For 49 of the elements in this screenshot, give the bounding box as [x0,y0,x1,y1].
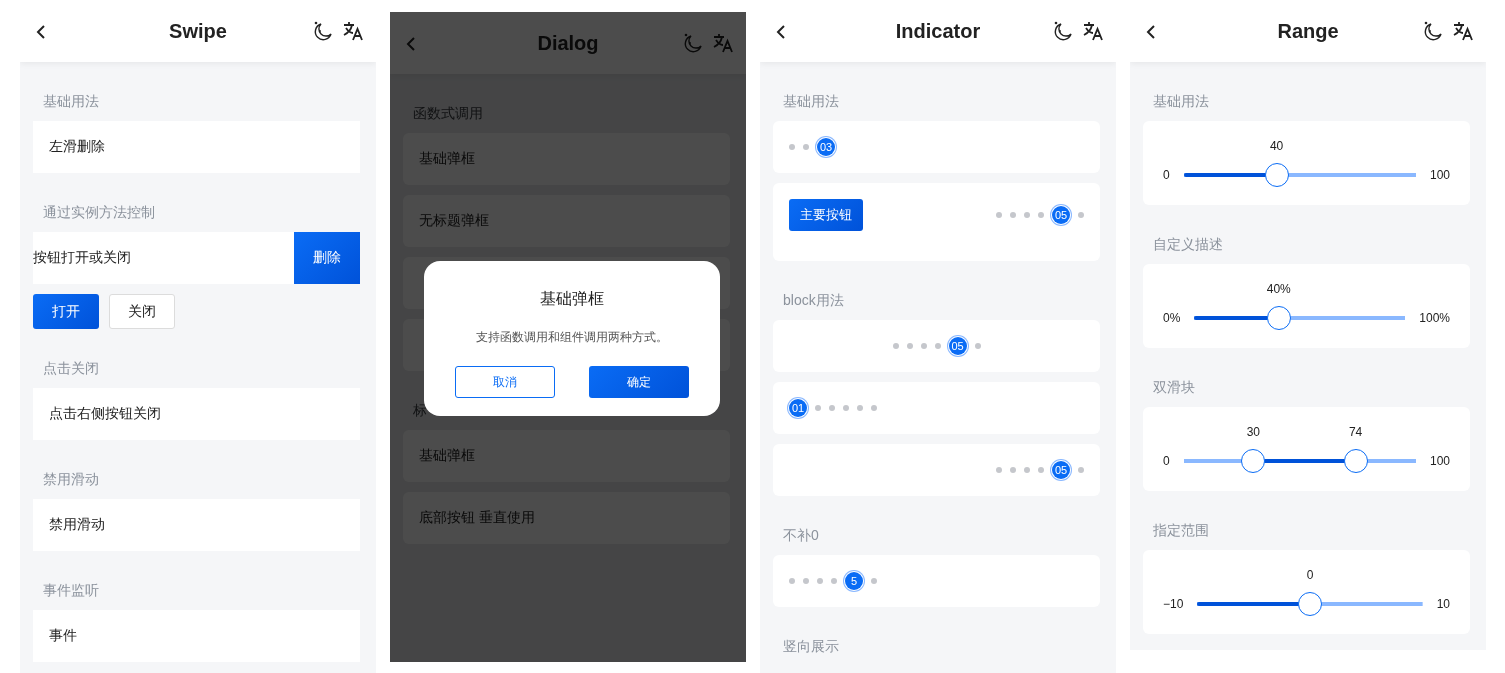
primary-button[interactable]: 主要按钮 [789,199,863,231]
section-title: 基础用法 [1153,92,1210,111]
section-title: 点击关闭 [43,359,100,378]
screen-title: Swipe [169,19,227,43]
max-label: 100 [1429,167,1450,184]
section-title: 不补0 [783,526,820,545]
section-title: 事件监听 [43,581,100,600]
indicator-bubble: 05 [1052,461,1070,479]
dialog-button[interactable]: 确定 [589,366,689,398]
min-label: 0% [1163,310,1181,327]
indicator-bubble: 5 [845,572,863,590]
section-title: 禁用滑动 [43,470,100,489]
dialog-button[interactable]: 取消 [455,366,555,398]
min-label: 0 [1163,167,1170,184]
section-title: 指定范围 [1153,521,1210,540]
max-label: 100% [1419,310,1450,327]
section-title: block用法 [783,291,845,310]
indicator-bubble: 05 [1052,206,1070,224]
indicator-bubble: 05 [948,337,967,355]
section-title: 双滑块 [1153,378,1196,397]
delete-button[interactable]: 删除 [294,232,360,284]
min-label: −10 [1163,596,1184,613]
value-label: 40 [1269,139,1284,153]
indicator-bubble: 01 [789,399,807,417]
swipe-cell[interactable]: 按钮打开或关闭 [33,232,294,284]
list-cell[interactable]: 禁用滑动 [33,499,360,551]
max-label: 100 [1429,453,1450,470]
indicator-bubble: 03 [817,138,835,156]
action-button[interactable]: 打开 [33,294,99,329]
list-cell[interactable]: 点击右侧按钮关闭 [33,388,360,440]
section-title: 竖向展示 [783,637,840,656]
screen-title: Dialog [537,31,599,55]
list-cell[interactable]: 左滑删除 [33,121,360,173]
min-label: 0 [1163,453,1170,470]
value-label: 0 [1306,568,1314,582]
screen-title: Range [1277,19,1339,43]
action-button[interactable]: 关闭 [109,294,175,329]
screen-title: Indicator [895,19,981,43]
value-label: 40% [1266,282,1291,296]
list-cell[interactable]: 事件 [33,610,360,662]
max-label: 10 [1436,596,1450,613]
value-label: 74 [1348,425,1363,439]
value-label: 30 [1246,425,1261,439]
dialog-message: 支持函数调用和组件调用两种方式。 [476,329,668,346]
section-title: 基础用法 [43,92,100,111]
section-title: 基础用法 [783,92,840,111]
dialog-title: 基础弹框 [540,289,604,309]
section-title: 自定义描述 [1153,235,1224,254]
section-title: 通过实例方法控制 [43,203,156,222]
